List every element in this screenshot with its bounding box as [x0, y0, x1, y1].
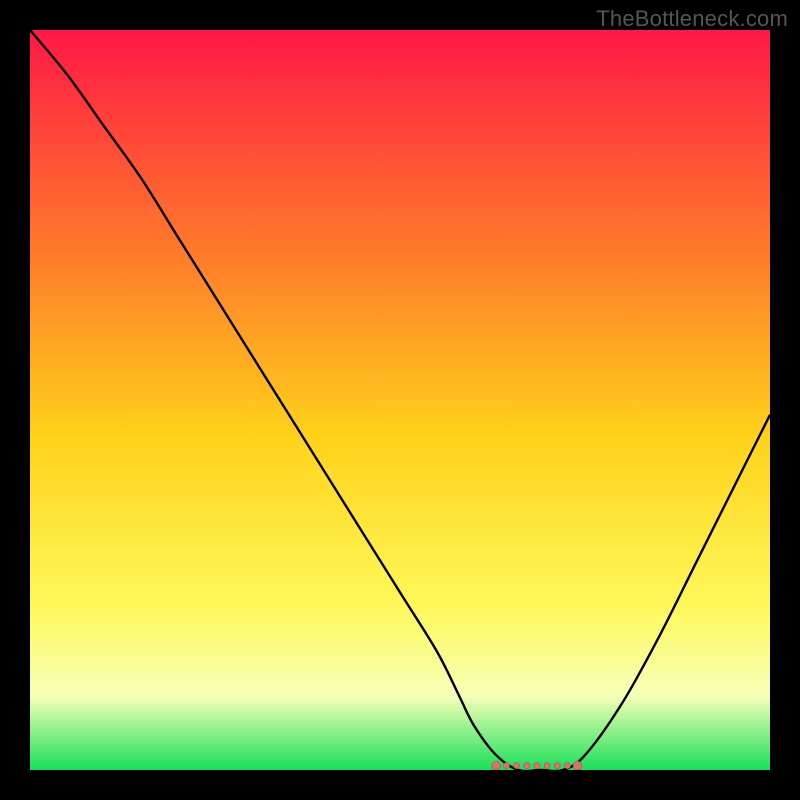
floor-marker — [524, 763, 530, 769]
floor-marker — [492, 761, 500, 769]
floor-marker — [544, 763, 550, 769]
watermark-text: TheBottleneck.com — [596, 6, 788, 32]
floor-marker — [564, 763, 570, 769]
floor-marker — [573, 761, 581, 769]
chart-area — [30, 30, 770, 770]
floor-markers — [492, 761, 582, 769]
floor-marker — [534, 763, 540, 769]
floor-marker — [554, 763, 560, 769]
gradient-background — [30, 30, 770, 770]
floor-marker — [503, 763, 509, 769]
floor-marker — [514, 763, 520, 769]
chart-svg — [30, 30, 770, 770]
